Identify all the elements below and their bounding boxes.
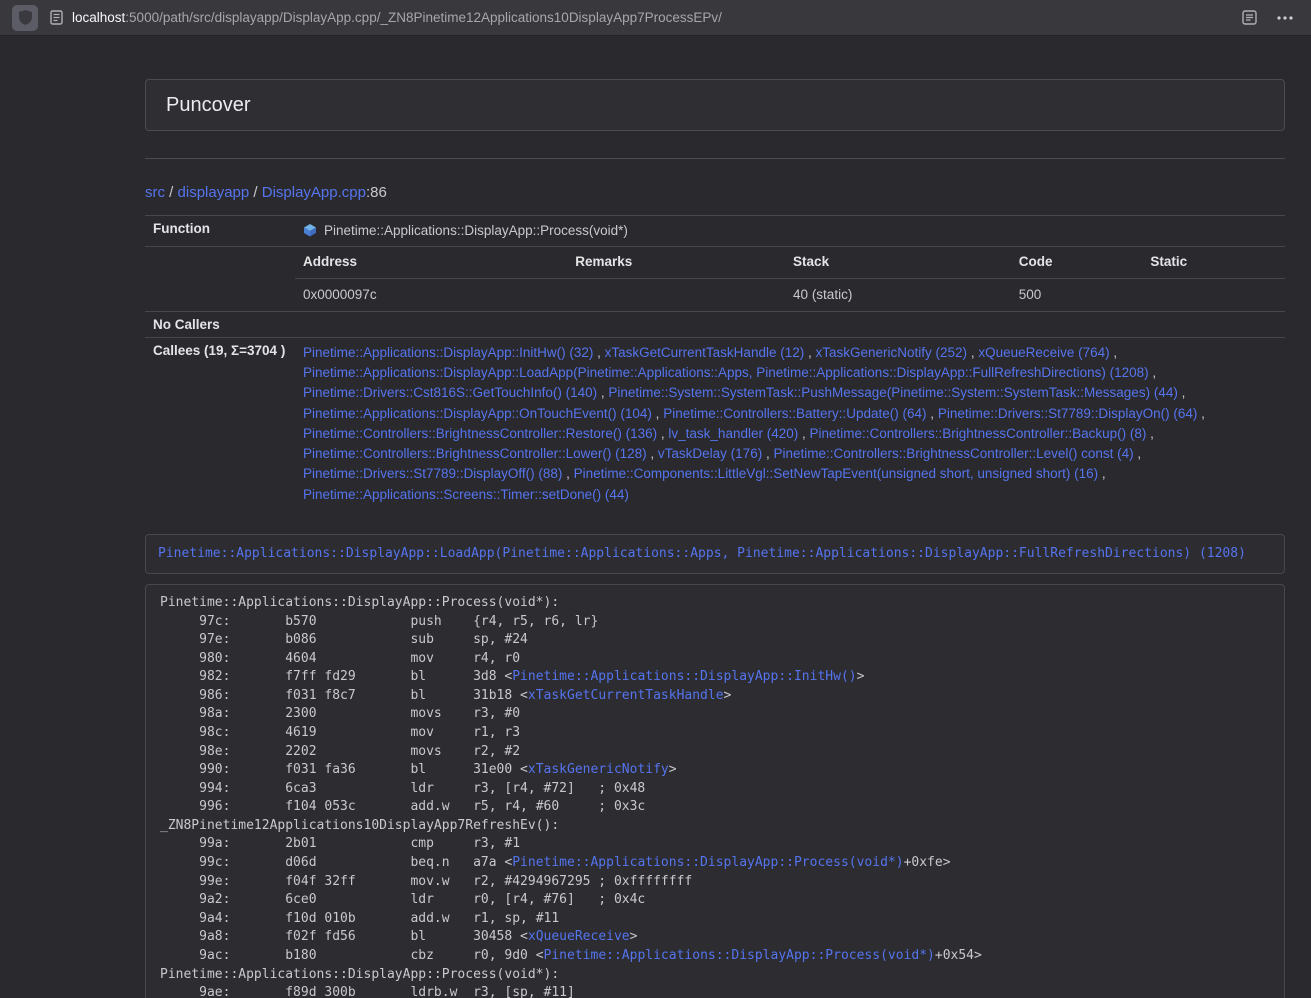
breadcrumb-link-src[interactable]: src <box>145 184 165 201</box>
function-table: Function Pinetime::Applications::Display… <box>145 215 1285 510</box>
callee-separator: , <box>798 426 809 441</box>
col-remarks: Remarks <box>567 247 785 278</box>
shield-icon[interactable] <box>12 5 38 31</box>
loadapp-highlight-box: Pinetime::Applications::DisplayApp::Load… <box>145 534 1285 574</box>
address-value: 0x0000097c <box>295 278 567 311</box>
loadapp-link[interactable]: Pinetime::Applications::DisplayApp::Load… <box>158 546 1246 561</box>
page-info-icon[interactable] <box>50 10 63 25</box>
remarks-value <box>567 278 785 311</box>
callee-link[interactable]: Pinetime::Controllers::BrightnessControl… <box>303 426 657 441</box>
callee-link[interactable]: Pinetime::Applications::DisplayApp::Load… <box>303 365 1149 380</box>
overflow-menu-icon[interactable] <box>1277 16 1293 20</box>
callee-link[interactable]: Pinetime::Controllers::BrightnessControl… <box>773 446 1133 461</box>
callee-separator: , <box>1149 365 1157 380</box>
callee-link[interactable]: Pinetime::Drivers::St7789::DisplayOn() (… <box>938 406 1198 421</box>
function-row: Function Pinetime::Applications::Display… <box>145 216 1285 247</box>
page-container: Puncover src / displayapp / DisplayApp.c… <box>145 79 1285 998</box>
toolbar-actions <box>1230 10 1299 25</box>
callee-separator: , <box>1197 406 1205 421</box>
code-symbol-link[interactable]: Pinetime::Applications::DisplayApp::Proc… <box>512 855 903 870</box>
function-name: Pinetime::Applications::DisplayApp::Proc… <box>324 223 628 238</box>
callees-row: Callees (19, Σ=3704 ) Pinetime::Applicat… <box>145 337 1285 510</box>
col-stack: Stack <box>785 247 1011 278</box>
code-symbol-link[interactable]: xTaskGetCurrentTaskHandle <box>528 688 724 703</box>
callee-separator: , <box>562 466 573 481</box>
callee-separator: , <box>657 426 668 441</box>
callees-list: Pinetime::Applications::DisplayApp::Init… <box>295 337 1285 510</box>
callee-separator: , <box>804 345 815 360</box>
callee-separator: , <box>593 345 604 360</box>
callee-link[interactable]: Pinetime::Components::LittleVgl::SetNewT… <box>574 466 1099 481</box>
breadcrumb-link-file[interactable]: DisplayApp.cpp <box>262 184 366 201</box>
stats-values-row: 0x0000097c 40 (static) 500 <box>295 278 1285 311</box>
callee-separator: , <box>1134 446 1142 461</box>
url-path: :5000/path/src/displayapp/DisplayApp.cpp… <box>125 10 722 25</box>
callee-link[interactable]: Pinetime::System::SystemTask::PushMessag… <box>608 385 1177 400</box>
callee-link[interactable]: xTaskGetCurrentTaskHandle (12) <box>605 345 805 360</box>
code-value: 500 <box>1011 278 1143 311</box>
callee-separator: , <box>927 406 938 421</box>
code-symbol-link[interactable]: Pinetime::Applications::DisplayApp::Proc… <box>544 948 935 963</box>
callee-link[interactable]: xTaskGenericNotify (252) <box>816 345 968 360</box>
col-code: Code <box>1011 247 1143 278</box>
breadcrumb: src / displayapp / DisplayApp.cpp:86 <box>145 184 1285 201</box>
callee-link[interactable]: Pinetime::Controllers::Battery::Update()… <box>663 406 926 421</box>
callee-link[interactable]: Pinetime::Controllers::BrightnessControl… <box>810 426 1147 441</box>
stats-row: Address Remarks Stack Code Static 0x0000… <box>145 247 1285 312</box>
no-callers-label: No Callers <box>145 311 295 337</box>
callee-separator: , <box>967 345 978 360</box>
divider <box>145 158 1285 159</box>
code-symbol-link[interactable]: xTaskGenericNotify <box>528 762 669 777</box>
no-callers-row: No Callers <box>145 311 1285 337</box>
static-value <box>1142 278 1285 311</box>
code-symbol-link[interactable]: Pinetime::Applications::DisplayApp::Init… <box>512 669 856 684</box>
function-cube-icon <box>303 223 317 237</box>
callee-link[interactable]: Pinetime::Drivers::Cst816S::GetTouchInfo… <box>303 385 597 400</box>
url-text: localhost:5000/path/src/displayapp/Displ… <box>72 10 722 25</box>
breadcrumb-separator: / <box>249 184 262 201</box>
breadcrumb-line-number: :86 <box>366 184 387 201</box>
callee-link[interactable]: Pinetime::Controllers::BrightnessControl… <box>303 446 647 461</box>
browser-toolbar: localhost:5000/path/src/displayapp/Displ… <box>0 0 1311 36</box>
callee-link[interactable]: Pinetime::Applications::DisplayApp::OnTo… <box>303 406 652 421</box>
col-address: Address <box>295 247 567 278</box>
shield-glyph <box>19 10 32 25</box>
callee-separator: , <box>1178 385 1186 400</box>
col-static: Static <box>1142 247 1285 278</box>
callee-link[interactable]: Pinetime::Applications::DisplayApp::Init… <box>303 345 593 360</box>
callee-link[interactable]: lv_task_handler (420) <box>668 426 798 441</box>
reader-view-icon[interactable] <box>1242 10 1257 25</box>
callee-separator: , <box>1110 345 1118 360</box>
breadcrumb-separator: / <box>165 184 178 201</box>
breadcrumb-link-displayapp[interactable]: displayapp <box>178 184 250 201</box>
callee-link[interactable]: xQueueReceive (764) <box>978 345 1109 360</box>
callee-separator: , <box>647 446 658 461</box>
callee-separator: , <box>597 385 608 400</box>
callee-separator: , <box>762 446 773 461</box>
callee-link[interactable]: vTaskDelay (176) <box>658 446 762 461</box>
callee-separator: , <box>652 406 663 421</box>
url-bar[interactable]: localhost:5000/path/src/displayapp/Displ… <box>38 10 1230 25</box>
app-title: Puncover <box>166 94 251 117</box>
callee-separator: , <box>1146 426 1154 441</box>
stats-table: Address Remarks Stack Code Static 0x0000… <box>295 247 1285 311</box>
callee-link[interactable]: Pinetime::Applications::Screens::Timer::… <box>303 487 629 502</box>
disassembly: Pinetime::Applications::DisplayApp::Proc… <box>145 584 1285 998</box>
app-header: Puncover <box>145 79 1285 131</box>
code-symbol-link[interactable]: xQueueReceive <box>528 929 630 944</box>
callee-separator: , <box>1098 466 1106 481</box>
function-label: Function <box>145 216 295 247</box>
stack-value: 40 (static) <box>785 278 1011 311</box>
callee-link[interactable]: Pinetime::Drivers::St7789::DisplayOff() … <box>303 466 562 481</box>
callees-label: Callees (19, Σ=3704 ) <box>145 337 295 510</box>
url-host: localhost <box>72 10 125 25</box>
